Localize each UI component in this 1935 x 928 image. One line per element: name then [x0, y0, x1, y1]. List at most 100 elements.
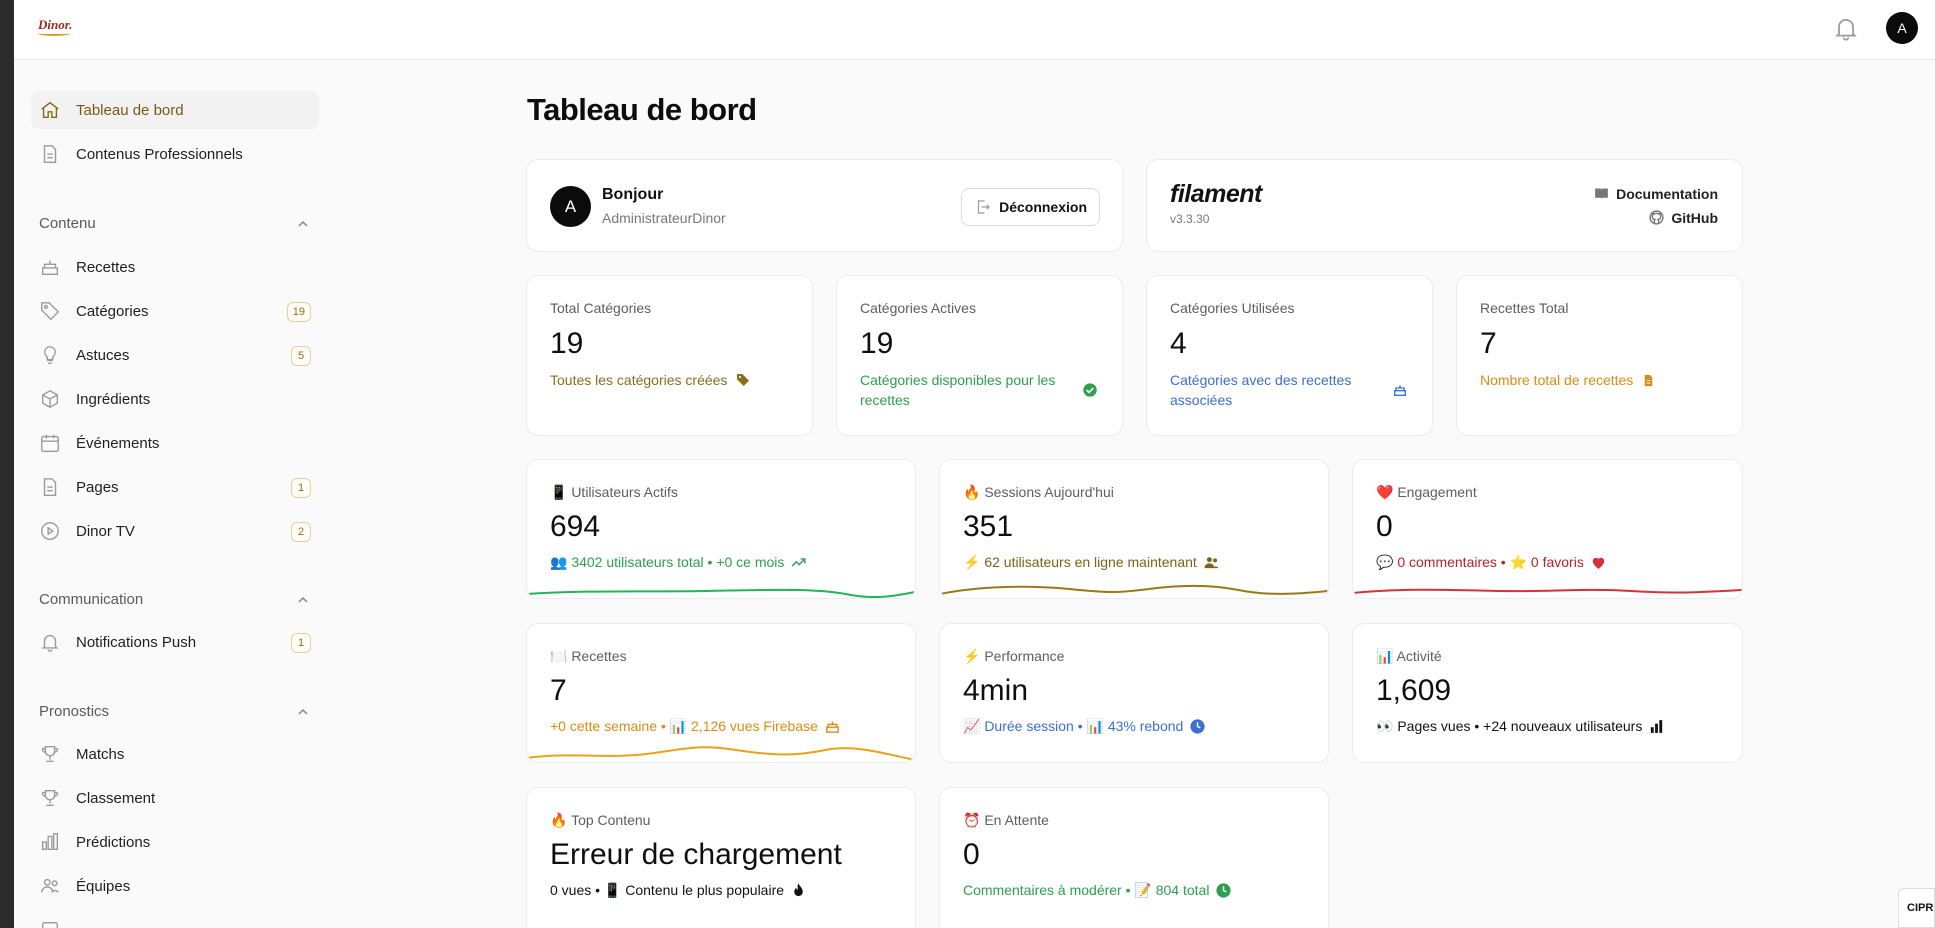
bell-icon[interactable]: [1832, 14, 1860, 42]
sidebar-item-label: Contenus Professionnels: [76, 145, 243, 163]
widget-engagement: ❤️ Engagement 0 💬 0 commentaires • ⭐ 0 f…: [1352, 459, 1743, 599]
widget-sessions-today: 🔥 Sessions Aujourd'hui 351 ⚡ 62 utilisat…: [939, 459, 1329, 599]
stat-value: 19: [860, 327, 894, 360]
count-badge: 5: [291, 346, 311, 366]
widget-label: 🔥 Top Contenu: [550, 812, 651, 828]
stat-card-total-recipes: Recettes Total 7 Nombre total de recette…: [1456, 275, 1743, 436]
sidebar-item-push-notifications[interactable]: Notifications Push 1: [31, 623, 319, 661]
widget-description: 0 vues • 📱 Contenu le plus populaire: [550, 882, 807, 899]
trophy-icon: [41, 745, 59, 763]
widget-value: 1,609: [1376, 674, 1452, 707]
widget-recipes: 🍽️ Recettes 7 +0 cette semaine • 📊 2,126…: [526, 623, 916, 763]
chevron-up-icon[interactable]: [295, 704, 311, 720]
widget-value: 4min: [963, 674, 1029, 707]
widget-value: 0: [963, 838, 980, 871]
sidebar-item-label: Tableau de bord: [76, 101, 184, 119]
chevron-up-icon[interactable]: [295, 592, 311, 608]
widget-label: 📱 Utilisateurs Actifs: [550, 484, 678, 500]
document-icon: [43, 145, 57, 163]
trophy-icon: [41, 789, 59, 807]
widget-description-text: 📈 Durée session • 📊 43% rebond: [963, 718, 1184, 734]
corner-tab[interactable]: CIPR: [1898, 888, 1935, 928]
github-link[interactable]: GitHub: [1648, 209, 1718, 226]
sidebar-item-label: Ingrédients: [76, 390, 151, 408]
sidebar-item-label: Prédictions: [76, 833, 151, 851]
documentation-label: Documentation: [1616, 185, 1718, 202]
logout-icon: [977, 200, 990, 214]
sidebar-item-label: Classement: [76, 789, 156, 807]
widget-description: 👀 Pages vues • +24 nouveaux utilisateurs: [1376, 718, 1665, 735]
sidebar-item-astuces[interactable]: Astuces 5: [31, 336, 319, 374]
sidebar-item-dinor-tv[interactable]: Dinor TV 2: [31, 512, 319, 550]
widget-label: 🔥 Sessions Aujourd'hui: [963, 484, 1114, 500]
sidebar-item-predictions[interactable]: Prédictions: [31, 823, 319, 861]
group-label-contenu[interactable]: Contenu: [39, 215, 96, 232]
sidebar: Tableau de bord Contenus Professionnels …: [14, 61, 334, 928]
github-label: GitHub: [1671, 209, 1718, 226]
tag-icon: [41, 302, 60, 321]
sidebar-item-pro-content[interactable]: Contenus Professionnels: [31, 135, 319, 173]
book-icon: [1595, 188, 1608, 200]
sparkline: [940, 584, 1328, 595]
sidebar-item-label: Événements: [76, 434, 160, 452]
fire-icon: [794, 883, 803, 897]
cube-icon: [41, 389, 59, 409]
sidebar-item-pages[interactable]: Pages 1: [31, 468, 319, 506]
stat-label: Catégories Actives: [860, 300, 976, 316]
stat-description: Catégories disponibles pour les recettes: [860, 372, 1056, 408]
stat-description-text: Nombre total de recettes: [1480, 372, 1634, 388]
sidebar-item-partial[interactable]: [31, 911, 319, 928]
widget-value: 7: [550, 674, 567, 707]
sparkline: [527, 746, 915, 761]
stat-value: 7: [1480, 327, 1497, 360]
left-edge-bar: [0, 0, 14, 928]
user-avatar[interactable]: A: [1886, 12, 1918, 44]
stat-value: 19: [550, 327, 584, 360]
lightbulb-icon: [44, 346, 56, 364]
count-badge: 1: [291, 478, 311, 498]
stat-description-text: Toutes les catégories créées: [550, 372, 728, 388]
sidebar-item-ingredients[interactable]: Ingrédients: [31, 380, 319, 418]
widget-label: ⏰ En Attente: [963, 812, 1049, 828]
widget-description: 📈 Durée session • 📊 43% rebond: [963, 718, 1206, 735]
logout-button[interactable]: Déconnexion: [961, 188, 1100, 226]
sidebar-item-label: Équipes: [76, 877, 131, 895]
sidebar-item-evenements[interactable]: Événements: [31, 424, 319, 462]
bar-chart-icon: [1651, 720, 1663, 733]
clock-icon: [1216, 883, 1232, 898]
calendar-icon: [41, 434, 59, 452]
filament-logo: filament: [1170, 180, 1262, 208]
count-badge: 1: [291, 633, 311, 653]
greeting: Bonjour: [602, 186, 664, 203]
widget-activity: 📊 Activité 1,609 👀 Pages vues • +24 nouv…: [1352, 623, 1743, 763]
widget-value: Erreur de chargement: [550, 838, 842, 871]
stat-description: Toutes les catégories créées: [550, 370, 790, 390]
tag-icon: [737, 374, 750, 386]
stat-card-used-categories: Catégories Utilisées 4 Catégories avec d…: [1146, 275, 1433, 436]
sidebar-item-label: Dinor TV: [76, 522, 135, 540]
widget-description-text: 0 vues • 📱 Contenu le plus populaire: [550, 882, 785, 898]
chevron-up-icon[interactable]: [295, 216, 311, 232]
sidebar-item-equipes[interactable]: Équipes: [31, 867, 319, 905]
documentation-link[interactable]: Documentation: [1593, 185, 1718, 202]
sidebar-item-label: Pages: [76, 478, 119, 496]
widget-value: 694: [550, 510, 601, 543]
group-label-communication[interactable]: Communication: [39, 591, 143, 608]
stat-label: Catégories Utilisées: [1170, 300, 1295, 316]
widget-label: ⚡ Performance: [963, 648, 1065, 664]
sidebar-item-matchs[interactable]: Matchs: [31, 735, 319, 773]
welcome-card: A Bonjour AdministrateurDinor Déconnexio…: [526, 159, 1123, 252]
sidebar-item-label: Astuces: [76, 346, 130, 364]
filament-version: v3.3.30: [1170, 212, 1210, 226]
sidebar-item-dashboard[interactable]: Tableau de bord: [31, 91, 319, 129]
widget-value: 0: [1376, 510, 1393, 543]
group-label-pronostics[interactable]: Pronostics: [39, 703, 109, 720]
sidebar-item-classement[interactable]: Classement: [31, 779, 319, 817]
sidebar-item-recettes[interactable]: Recettes: [31, 248, 319, 286]
sidebar-item-categories[interactable]: Catégories 19: [31, 292, 319, 330]
filament-card: filament v3.3.30 Documentation GitHub: [1146, 159, 1743, 252]
cake-icon: [1394, 385, 1406, 396]
widget-label: 🍽️ Recettes: [550, 648, 627, 664]
stat-card-active-categories: Catégories Actives 19 Catégories disponi…: [836, 275, 1123, 436]
sidebar-item-label: Catégories: [76, 302, 149, 320]
